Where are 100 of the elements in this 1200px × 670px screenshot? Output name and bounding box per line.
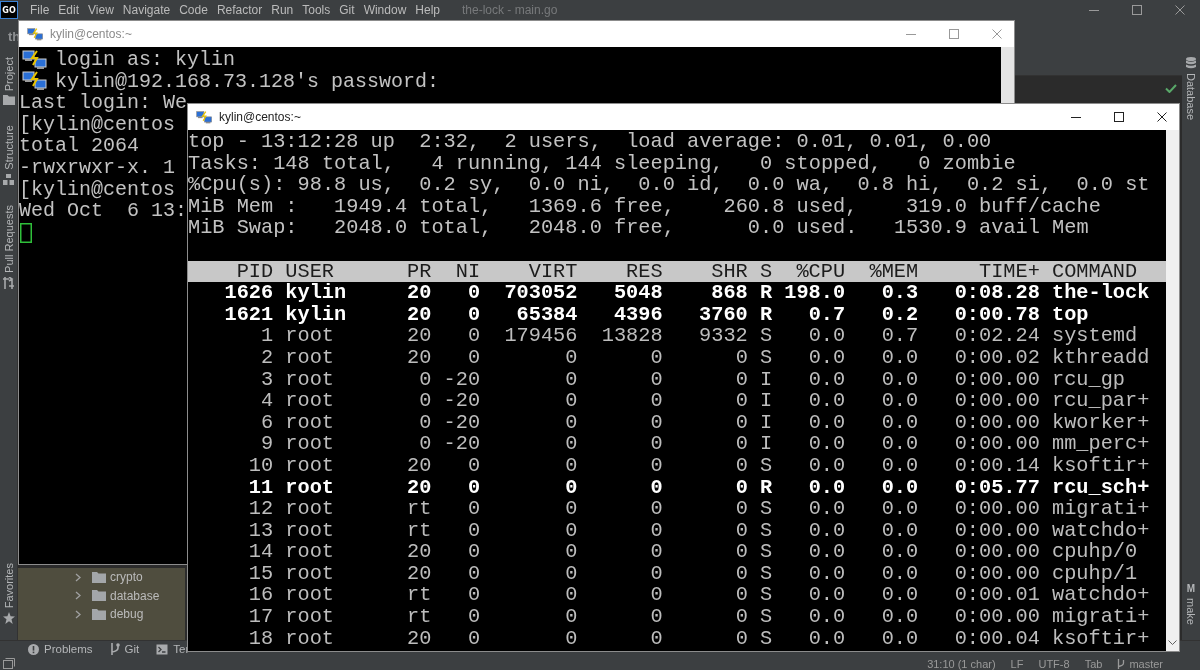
terminal-icon	[156, 643, 169, 655]
table-cell: 0.7	[808, 302, 846, 326]
table-cell: 0:00.01	[954, 583, 1040, 607]
menu-item[interactable]: Refactor	[216, 3, 263, 17]
tool-window-button[interactable]: M make	[1185, 584, 1197, 625]
table-cell: 0.0	[881, 605, 919, 629]
menu-item[interactable]: Git	[339, 3, 355, 17]
line-separator[interactable]: LF	[1010, 657, 1024, 670]
checkmark-icon[interactable]	[1165, 84, 1177, 93]
scrollbar[interactable]	[1166, 130, 1179, 651]
tree-item[interactable]: debug	[18, 605, 185, 624]
table-cell: 0	[650, 497, 663, 521]
menu-item[interactable]: Help	[415, 3, 440, 17]
terminal-line: %Cpu(s): 98.8 us, 0.2 sy, 0.0 ni, 0.0 id, 0.0 wa, 0.8 hi, 0.2 si, 0.0 st	[188, 174, 1150, 196]
table-cell: 0.0	[808, 583, 846, 607]
menu-item[interactable]: Tools	[302, 3, 331, 17]
computers-icon	[22, 49, 48, 70]
table-cell: 0:00.00	[954, 367, 1040, 391]
terminal-line: MiB Mem : 1949.4 total, 1369.6 free, 260.8 used, 319.0 buff/cache	[188, 195, 1101, 218]
table-cell: 0:02.24	[954, 324, 1040, 348]
table-cell: watchdo+	[1052, 583, 1150, 607]
table-cell: 0	[467, 518, 481, 542]
chevron-icon[interactable]	[75, 591, 81, 601]
table-cell: S	[759, 626, 773, 650]
table-cell: root	[285, 453, 335, 477]
caret-position[interactable]: 31:10 (1 char)	[927, 657, 996, 670]
branch-icon	[109, 643, 120, 655]
computers-icon	[27, 27, 44, 41]
table-cell: S	[759, 324, 773, 348]
warning-icon	[28, 643, 39, 655]
table-cell: 0	[565, 561, 578, 585]
table-cell: 14	[248, 540, 274, 564]
tool-window-button[interactable]: Project	[2, 57, 15, 106]
table-cell: 0	[467, 281, 481, 305]
table-cell: 0:00.00	[954, 561, 1040, 585]
tool-window-button[interactable]: Database	[1185, 57, 1197, 121]
table-cell: 4396	[613, 302, 663, 326]
table-cell: root	[285, 324, 335, 348]
app-logo: GO	[0, 1, 18, 19]
table-cell: 1	[261, 324, 274, 348]
table-cell: R	[759, 475, 773, 499]
chevron-icon[interactable]	[75, 572, 81, 582]
table-cell: mm_perc+	[1052, 432, 1150, 456]
table-cell: 0.0	[881, 626, 919, 650]
menu-item[interactable]: File	[30, 3, 50, 17]
menu-item[interactable]: Run	[271, 3, 294, 17]
menu-item[interactable]: Window	[363, 3, 407, 17]
table-cell: root	[285, 518, 335, 542]
table-cell: 0	[565, 432, 578, 456]
table-cell: 0	[735, 367, 748, 391]
menu-item[interactable]: Navigate	[122, 3, 171, 17]
cursor-icon	[20, 222, 32, 243]
table-cell: S	[759, 605, 773, 629]
table-cell: 0.0	[881, 389, 919, 413]
table-cell: 12	[248, 497, 274, 521]
table-cell: 0	[565, 345, 578, 369]
maximize-icon[interactable]	[1114, 112, 1124, 122]
tree-item[interactable]: crypto	[18, 568, 185, 587]
table-cell: 0	[565, 367, 578, 391]
table-cell: cpuhp/0	[1052, 540, 1138, 564]
table-cell: migrati+	[1052, 605, 1150, 629]
chevron-icon[interactable]	[75, 609, 81, 619]
tool-tab[interactable]: Git	[109, 643, 140, 655]
indent-setting[interactable]: Tab	[1084, 657, 1103, 670]
table-cell: 1621	[224, 302, 274, 326]
table-cell: migrati+	[1052, 497, 1150, 521]
panel-icon[interactable]	[3, 658, 15, 669]
table-cell: rt	[407, 497, 432, 521]
tool-tab[interactable]: Problems	[28, 643, 93, 655]
tool-window-button[interactable]: Favorites	[2, 562, 15, 624]
table-cell: 2	[261, 345, 274, 369]
menu-item[interactable]: Code	[179, 3, 208, 17]
tool-window-button[interactable]: Pull Requests	[2, 204, 15, 289]
column-header: RES	[626, 259, 663, 283]
column-header: USER	[285, 259, 335, 283]
table-cell: 3760	[699, 302, 748, 326]
menu-item[interactable]: Edit	[58, 3, 80, 17]
table-cell: 0	[467, 475, 481, 499]
table-cell: 0	[735, 432, 748, 456]
tool-window-button[interactable]: Structure	[2, 125, 15, 185]
chevron-down-icon[interactable]	[1168, 640, 1177, 645]
window-title: kylin@centos:~	[50, 27, 132, 41]
file-encoding[interactable]: UTF-8	[1038, 657, 1070, 670]
table-cell: 0	[467, 345, 481, 369]
table-cell: 0:00.00	[954, 605, 1040, 629]
table-cell: 0	[565, 497, 578, 521]
table-cell: root	[285, 410, 335, 434]
git-branch[interactable]: master	[1117, 657, 1163, 670]
table-cell: kworker+	[1052, 410, 1150, 434]
table-cell: 4	[261, 389, 274, 413]
table-cell: 20	[407, 324, 432, 348]
table-cell: kylin	[285, 302, 347, 326]
table-cell: 0.7	[881, 324, 919, 348]
close-icon[interactable]	[1157, 112, 1167, 122]
minimize-icon[interactable]	[1071, 116, 1081, 118]
tree-item[interactable]: database	[18, 586, 185, 605]
table-cell: 0	[467, 302, 481, 326]
table-cell: root	[285, 432, 335, 456]
branch-icon	[1117, 658, 1126, 669]
menu-item[interactable]: View	[88, 3, 114, 17]
